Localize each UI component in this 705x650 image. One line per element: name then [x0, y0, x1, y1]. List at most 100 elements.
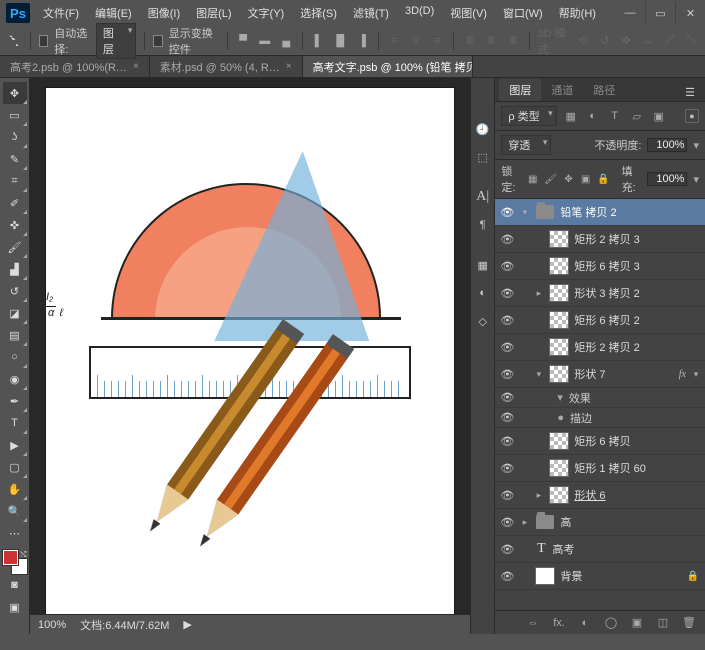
delete-layer-icon[interactable]: 🗑	[681, 615, 697, 631]
layer-thumbnail[interactable]	[548, 283, 570, 303]
healing-brush-tool[interactable]: ✜	[3, 214, 27, 236]
fill-value[interactable]: 100%	[647, 172, 687, 186]
document-tab[interactable]: 素材.psd @ 50% (4, R…×	[150, 56, 303, 77]
layer-thumbnail[interactable]	[548, 458, 570, 478]
menu-image[interactable]: 图像(I)	[141, 2, 187, 24]
layer-thumbnail[interactable]: T	[530, 539, 552, 559]
visibility-toggle-icon[interactable]: 👁	[495, 516, 519, 529]
character-panel-icon[interactable]: A|	[472, 186, 494, 208]
opacity-dropdown-icon[interactable]: ▾	[693, 139, 699, 152]
visibility-toggle-icon[interactable]: 👁	[495, 462, 519, 475]
move-tool-preset-icon[interactable]	[6, 31, 22, 51]
visibility-toggle-icon[interactable]: 👁	[495, 391, 519, 404]
menu-select[interactable]: 选择(S)	[293, 2, 344, 24]
marquee-tool[interactable]: ▭	[3, 104, 27, 126]
hand-tool[interactable]: ✋	[3, 478, 27, 500]
layer-name[interactable]: 矩形 6 拷贝 3	[574, 258, 705, 274]
opacity-value[interactable]: 100%	[647, 138, 687, 152]
layer-thumbnail[interactable]	[548, 229, 570, 249]
link-layers-icon[interactable]: ⇔	[525, 615, 541, 631]
menu-3d[interactable]: 3D(D)	[398, 2, 441, 24]
menu-filter[interactable]: 滤镜(T)	[346, 2, 396, 24]
edit-toolbar[interactable]: ⋯	[3, 522, 27, 544]
canvas-viewport[interactable]: I₂ α ℓ	[30, 78, 470, 614]
adjustments-panel-icon[interactable]: ◐	[472, 282, 494, 304]
close-tab-icon[interactable]: ×	[133, 61, 139, 72]
align-vcenter-icon[interactable]: ▬	[257, 31, 273, 51]
layer-thumbnail[interactable]	[548, 337, 570, 357]
visibility-toggle-icon[interactable]: 👁	[495, 341, 519, 354]
window-minimize-button[interactable]: —	[615, 2, 645, 24]
layer-name[interactable]: 矩形 1 拷贝 60	[574, 460, 705, 476]
expand-arrow-icon[interactable]: ▸	[519, 517, 530, 528]
new-layer-icon[interactable]: ◫	[655, 615, 671, 631]
color-swatches[interactable]: ⤭	[3, 550, 27, 574]
layer-name[interactable]: 背景	[560, 568, 686, 584]
history-panel-icon[interactable]: 🕘	[472, 118, 494, 140]
panel-menu-icon[interactable]: ☰	[679, 84, 701, 101]
doc-info-arrow-icon[interactable]: ▶	[183, 618, 191, 631]
layer-name[interactable]: 形状 7	[574, 366, 678, 382]
dodge-tool[interactable]: ◉	[3, 368, 27, 390]
menu-type[interactable]: 文字(Y)	[241, 2, 292, 24]
layers-tab[interactable]: 图层	[499, 79, 541, 101]
layer-effect-row[interactable]: 👁▾效果	[495, 388, 705, 408]
visibility-toggle-icon[interactable]: 👁	[495, 314, 519, 327]
layer-row[interactable]: 👁▾形状 7fx▾	[495, 361, 705, 388]
lasso-tool[interactable]: ʖ	[3, 126, 27, 148]
layer-row[interactable]: 👁矩形 6 拷贝 3	[495, 253, 705, 280]
visibility-toggle-icon[interactable]: 👁	[495, 287, 519, 300]
align-bottom-icon[interactable]: ▄	[279, 31, 295, 51]
type-tool[interactable]: T	[3, 412, 27, 434]
eyedropper-tool[interactable]: ✐	[3, 192, 27, 214]
pen-tool[interactable]: ✒	[3, 390, 27, 412]
eraser-tool[interactable]: ◪	[3, 302, 27, 324]
lock-artboard-icon[interactable]: ▣	[580, 172, 591, 186]
layer-effect-row[interactable]: 👁●描边	[495, 408, 705, 428]
styles-panel-icon[interactable]: ◇	[472, 310, 494, 332]
filter-adjust-icon[interactable]: ◐	[585, 108, 601, 124]
layer-name[interactable]: 矩形 6 拷贝 2	[574, 312, 705, 328]
layer-thumbnail[interactable]	[548, 256, 570, 276]
document-tab[interactable]: 高考文字.psb @ 100% (铅笔 拷贝 2, RGB/8#) *×	[303, 56, 473, 77]
shape-tool[interactable]: ▢	[3, 456, 27, 478]
gradient-tool[interactable]: ▤	[3, 324, 27, 346]
visibility-toggle-icon[interactable]: 👁	[495, 206, 519, 219]
show-transform-checkbox[interactable]	[153, 35, 163, 47]
layer-name[interactable]: 矩形 2 拷贝 3	[574, 231, 705, 247]
paragraph-panel-icon[interactable]: ¶	[472, 214, 494, 236]
layer-row[interactable]: 👁▸高	[495, 509, 705, 536]
doc-info[interactable]: 文档:6.44M/7.62M	[80, 617, 169, 633]
paths-tab[interactable]: 路径	[583, 79, 625, 101]
layer-row[interactable]: 👁背景🔒	[495, 563, 705, 590]
layer-thumbnail[interactable]	[548, 431, 570, 451]
screen-mode-toggle[interactable]: ▣	[3, 596, 27, 618]
swap-colors-icon[interactable]: ⤭	[20, 550, 26, 560]
layer-name[interactable]: 形状 6	[574, 487, 705, 503]
properties-panel-icon[interactable]: ⬚	[472, 146, 494, 168]
document-tab[interactable]: 高考2.psb @ 100%(R…×	[0, 56, 150, 77]
layer-row[interactable]: 👁 矩形 1 拷贝 60	[495, 455, 705, 482]
filter-toggle[interactable]: ●	[685, 109, 699, 123]
layer-thumbnail[interactable]	[548, 310, 570, 330]
visibility-toggle-icon[interactable]: 👁	[495, 368, 519, 381]
path-select-tool[interactable]: ▶	[3, 434, 27, 456]
layer-name[interactable]: 矩形 6 拷贝	[574, 433, 705, 449]
filter-shape-icon[interactable]: ▱	[629, 108, 645, 124]
new-group-icon[interactable]: ▣	[629, 615, 645, 631]
visibility-toggle-icon[interactable]: 👁	[495, 411, 519, 424]
layer-name[interactable]: 矩形 2 拷贝 2	[574, 339, 705, 355]
layer-name[interactable]: 高考	[552, 541, 705, 557]
align-left-icon[interactable]: ▌	[311, 31, 327, 51]
channels-tab[interactable]: 通道	[541, 79, 583, 101]
visibility-toggle-icon[interactable]: 👁	[495, 233, 519, 246]
swatches-panel-icon[interactable]: ▦	[472, 254, 494, 276]
visibility-toggle-icon[interactable]: 👁	[495, 435, 519, 448]
move-tool[interactable]: ✥	[3, 82, 27, 104]
expand-arrow-icon[interactable]: ▸	[533, 288, 544, 299]
blend-mode-dropdown[interactable]: 穿透	[501, 135, 551, 155]
expand-arrow-icon[interactable]: ▸	[533, 490, 544, 501]
layer-mask-icon[interactable]: ◐	[577, 615, 593, 631]
lock-image-icon[interactable]: 🖌	[544, 172, 557, 186]
fx-collapse-icon[interactable]: ▾	[690, 369, 702, 380]
